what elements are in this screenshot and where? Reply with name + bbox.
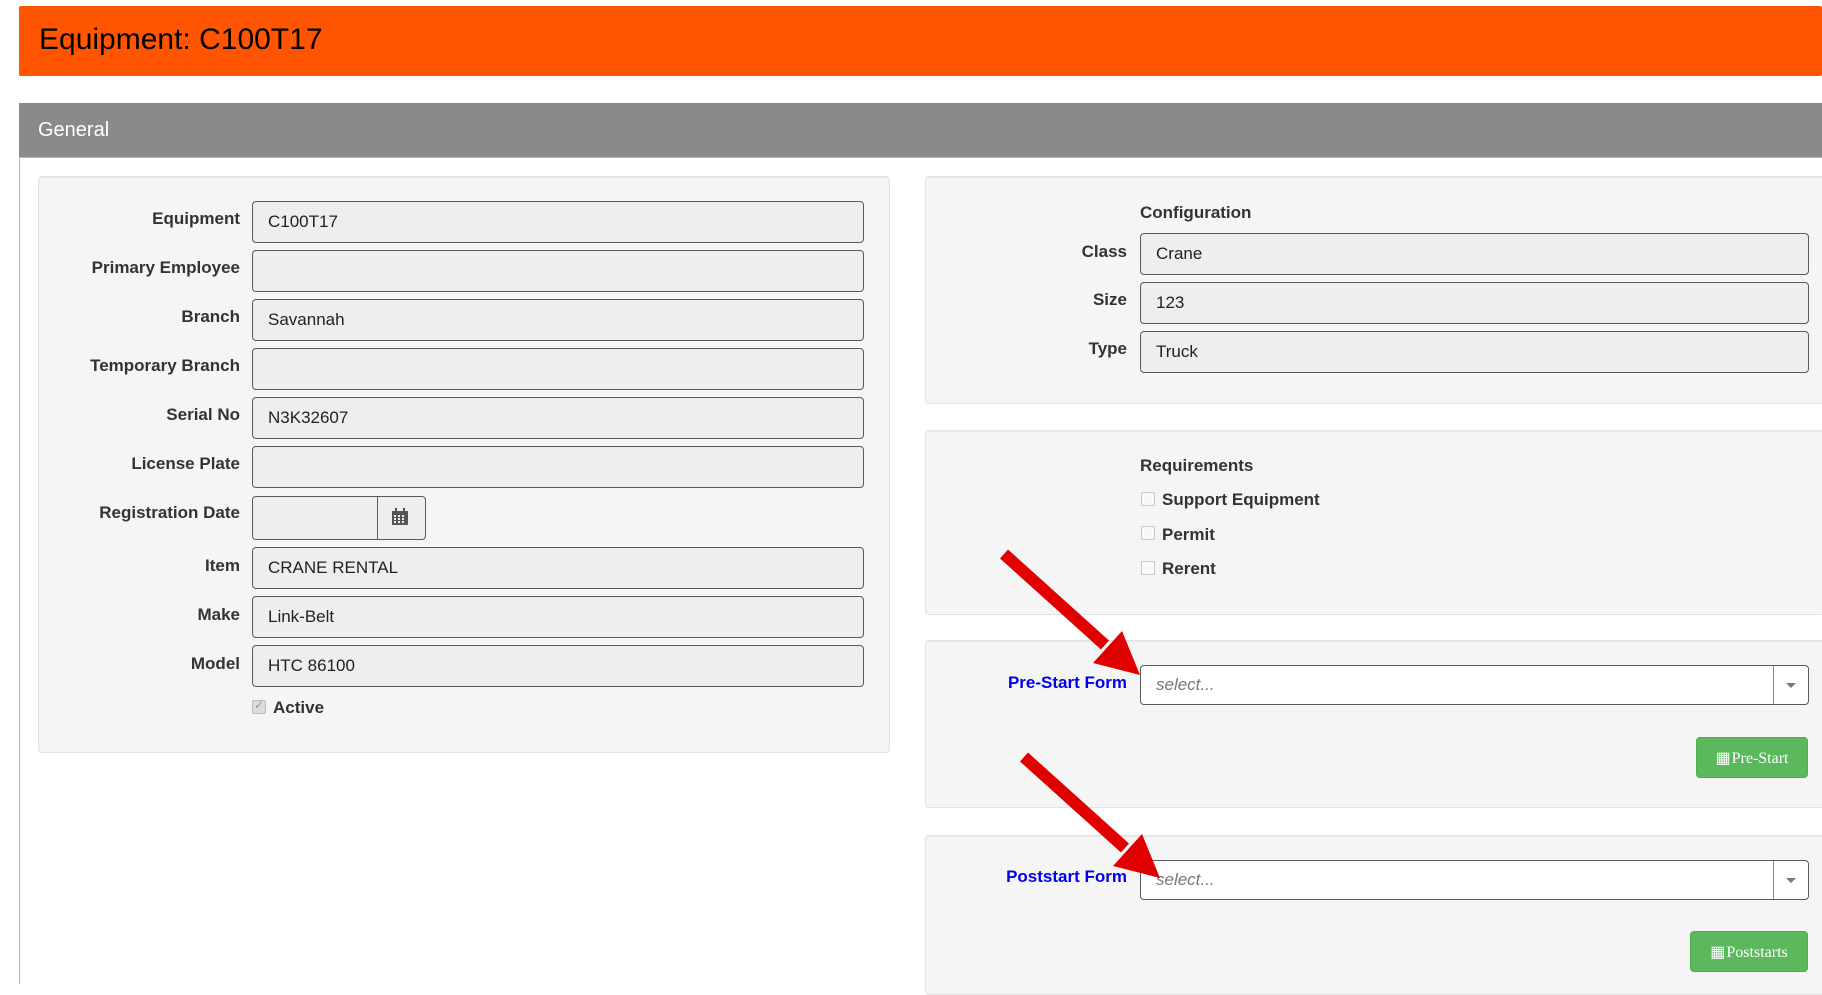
calendar-icon: ▦ — [1710, 944, 1726, 961]
branch-field[interactable]: Savannah — [252, 299, 864, 341]
registration-date-label: Registration Date — [99, 503, 240, 522]
class-field[interactable]: Crane — [1140, 233, 1809, 275]
support-equipment-checkbox[interactable] — [1141, 492, 1155, 506]
poststarts-button-label: Poststarts — [1726, 944, 1788, 961]
item-label: Item — [205, 556, 240, 575]
active-checkbox[interactable] — [252, 698, 266, 714]
temporary-branch-label: Temporary Branch — [90, 356, 240, 375]
chevron-down-icon[interactable] — [1773, 666, 1808, 704]
license-plate-field[interactable] — [252, 446, 864, 488]
annotation-arrow-icon — [999, 549, 1140, 675]
calendar-icon — [392, 508, 408, 525]
model-label: Model — [190, 654, 240, 673]
make-label: Make — [197, 605, 240, 624]
item-field[interactable]: CRANE RENTAL — [252, 547, 864, 589]
rerent-label: Rerent — [1162, 559, 1216, 578]
requirements-title: Requirements — [1140, 456, 1254, 475]
branch-label: Branch — [181, 307, 240, 326]
support-equipment-label: Support Equipment — [1162, 490, 1320, 509]
page-header: Equipment: C100T17 — [19, 6, 1822, 76]
annotation-arrow-icon — [1019, 752, 1160, 878]
poststarts-button[interactable]: ▦Poststarts — [1690, 931, 1808, 972]
size-field[interactable]: 123 — [1140, 282, 1809, 324]
chevron-down-icon[interactable] — [1773, 861, 1808, 899]
permit-label: Permit — [1162, 525, 1215, 544]
primary-employee-field[interactable] — [252, 250, 864, 292]
registration-date-calendar-button[interactable] — [377, 496, 426, 540]
active-label: Active — [273, 698, 325, 717]
serial-no-field[interactable]: N3K32607 — [252, 397, 864, 439]
class-label: Class — [1081, 242, 1127, 261]
primary-employee-label: Primary Employee — [91, 258, 240, 277]
size-label: Size — [1092, 290, 1127, 309]
panel-title: General — [38, 119, 110, 141]
type-field[interactable]: Truck — [1140, 331, 1809, 373]
page-title: Equipment: C100T17 — [39, 23, 323, 56]
prestart-button-label: Pre-Start — [1731, 750, 1789, 767]
calendar-icon: ▦ — [1715, 750, 1731, 767]
equipment-field[interactable]: C100T17 — [252, 201, 864, 243]
permit-checkbox[interactable] — [1141, 526, 1155, 540]
prestart-button[interactable]: ▦Pre-Start — [1696, 737, 1808, 778]
equipment-label: Equipment — [152, 209, 240, 228]
general-panel-heading[interactable]: General — [19, 103, 1822, 158]
model-field[interactable]: HTC 86100 — [252, 645, 864, 687]
poststart-form-select[interactable]: select... — [1140, 860, 1809, 900]
temporary-branch-field[interactable] — [252, 348, 864, 390]
registration-date-field[interactable] — [252, 496, 378, 540]
configuration-title: Configuration — [1140, 203, 1252, 222]
type-label: Type — [1088, 339, 1127, 358]
make-field[interactable]: Link-Belt — [252, 596, 864, 638]
prestart-form-select[interactable]: select... — [1140, 665, 1809, 705]
serial-no-label: Serial No — [166, 405, 240, 424]
license-plate-label: License Plate — [131, 454, 240, 473]
